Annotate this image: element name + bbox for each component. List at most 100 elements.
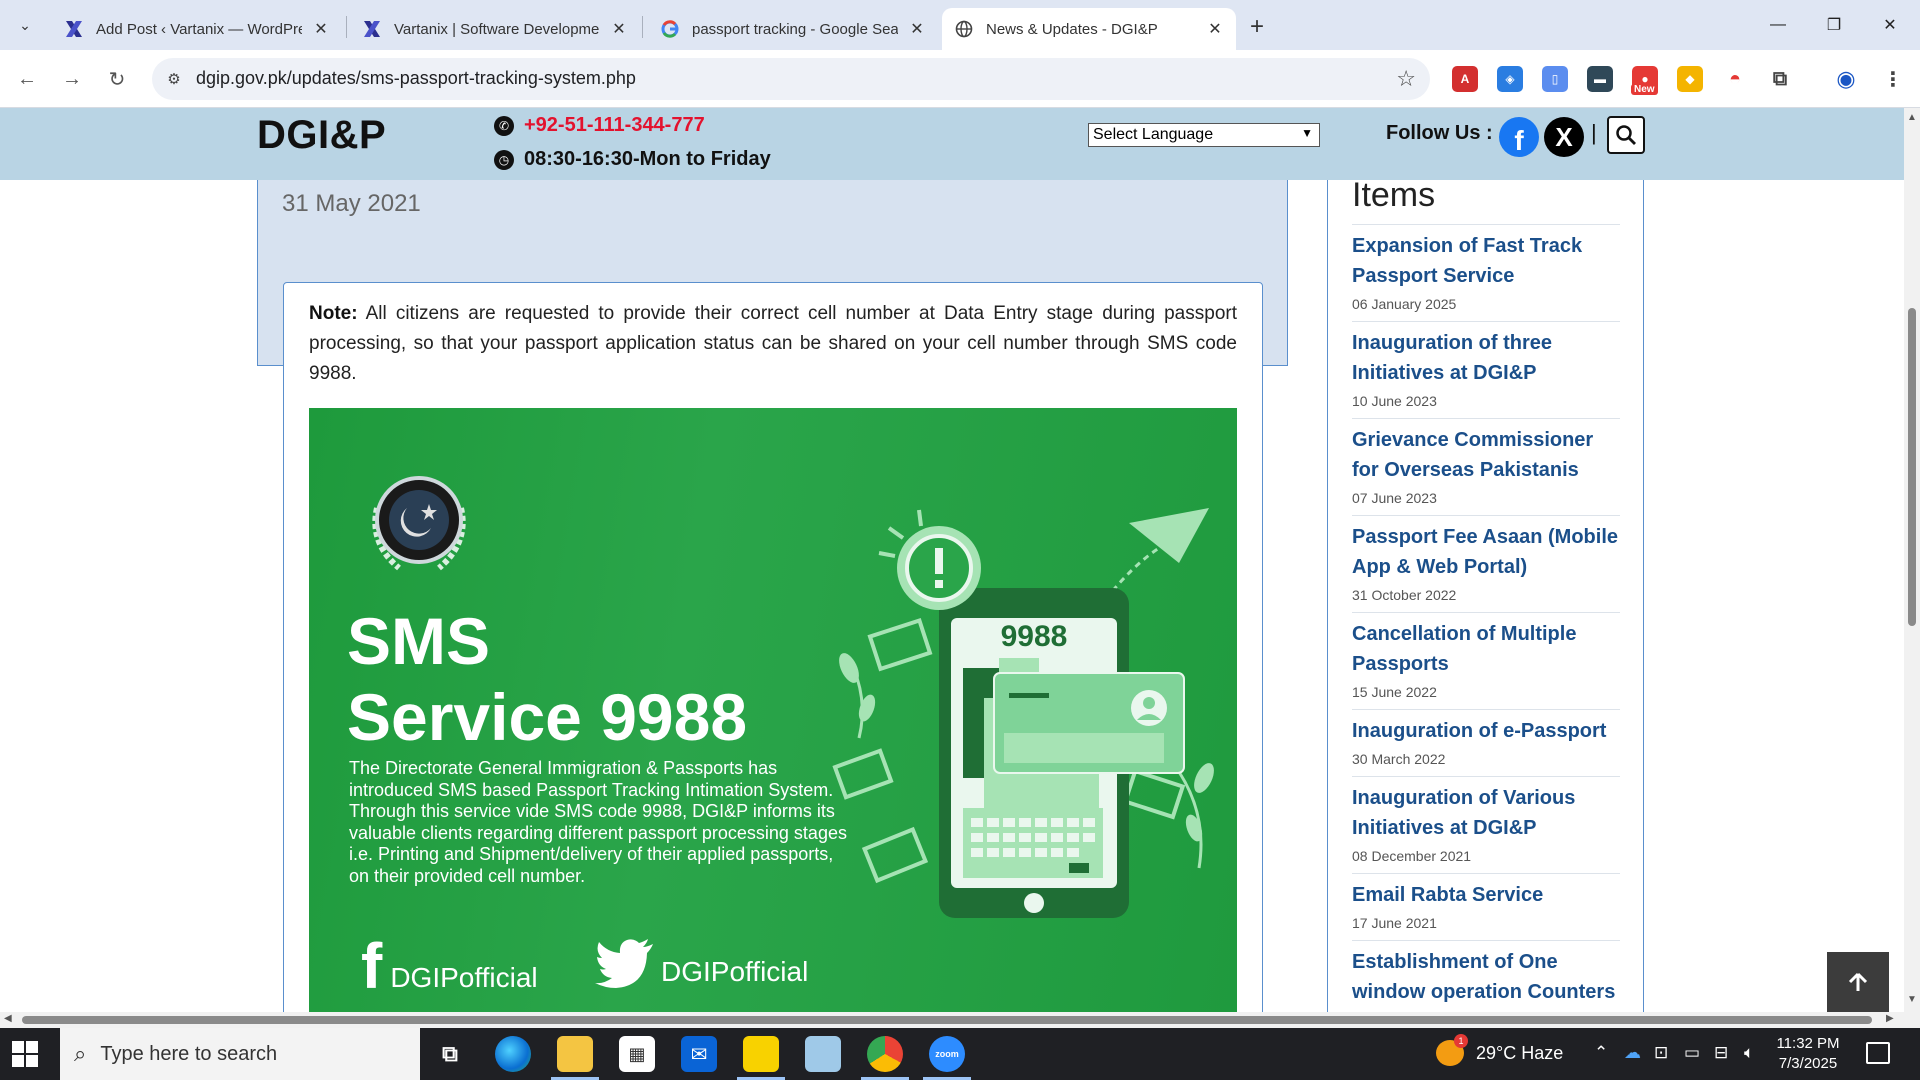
site-settings-icon[interactable]: ⚙ (162, 67, 186, 91)
puzzle-extensions-icon[interactable]: ⧉ (1767, 66, 1793, 92)
windows-taskbar: ⌕ Type here to search ⧉ ▦ ✉ zoom 1 29°C … (0, 1028, 1920, 1080)
twitter-bird-icon (595, 939, 653, 988)
pokeball-extension-icon[interactable]: ◓ (1722, 66, 1748, 92)
menu-dots-icon[interactable]: ⋮ (1880, 66, 1906, 92)
edge-browser-icon[interactable] (495, 1036, 531, 1072)
globe-icon (954, 19, 974, 39)
zoom-icon[interactable]: zoom (929, 1036, 965, 1072)
file-explorer-icon[interactable] (557, 1036, 593, 1072)
chevron-up-icon[interactable]: ⌃ (1594, 1043, 1608, 1063)
onedrive-cloud-icon[interactable]: ☁ (1624, 1043, 1641, 1063)
facebook-icon: f (361, 930, 383, 1002)
banner-description: The Directorate General Immigration & Pa… (349, 758, 849, 887)
x-twitter-icon[interactable]: X (1544, 117, 1584, 157)
arrow-up-icon (1848, 972, 1868, 991)
back-to-top-button[interactable] (1827, 952, 1889, 1012)
horizontal-scrollbar[interactable]: ◀ ▶ (0, 1012, 1904, 1028)
list-item: Expansion of Fast Track Passport Service… (1352, 224, 1620, 312)
shield-extension-icon[interactable]: ◈ (1497, 66, 1523, 92)
site-logo[interactable]: DGI&P (257, 113, 386, 158)
search-icon (1616, 125, 1636, 145)
google-icon (660, 19, 680, 39)
close-icon[interactable]: ✕ (610, 19, 628, 39)
microsoft-store-icon[interactable]: ▦ (619, 1036, 655, 1072)
taskbar-search[interactable]: ⌕ Type here to search (60, 1028, 420, 1080)
banner-title: SMS Service 9988 (347, 603, 747, 755)
header-separator: | (1591, 120, 1597, 145)
weather-widget[interactable]: 1 29°C Haze (1436, 1034, 1563, 1066)
taskbar-search-placeholder: Type here to search (100, 1042, 278, 1065)
mail-icon[interactable]: ✉ (681, 1036, 717, 1072)
scroll-down-icon[interactable]: ▼ (1907, 994, 1917, 1005)
notification-center-icon[interactable] (1866, 1042, 1890, 1064)
minimize-button[interactable]: — (1758, 10, 1798, 40)
close-window-button[interactable]: ✕ (1870, 10, 1910, 40)
coupon-extension-icon[interactable]: ◆ (1677, 66, 1703, 92)
tab-news-updates[interactable]: News & Updates - DGI&P ✕ (942, 8, 1236, 50)
news-link[interactable]: Passport Fee Asaan (Mobile App & Web Por… (1352, 522, 1620, 582)
news-link[interactable]: Cancellation of Multiple Passports (1352, 619, 1620, 679)
tab-vartanix[interactable]: Vartanix | Software Development ✕ (350, 8, 640, 50)
news-link[interactable]: Email Rabta Service (1352, 880, 1620, 910)
tab-add-post[interactable]: Add Post ‹ Vartanix — WordPress ✕ (52, 8, 342, 50)
news-link[interactable]: Inauguration of Various Initiatives at D… (1352, 783, 1620, 843)
horizontal-scroll-thumb[interactable] (22, 1016, 1872, 1024)
network-icon[interactable]: ⊟ (1714, 1043, 1728, 1063)
speaker-muted-icon[interactable]: 🔈︎ (1744, 1043, 1754, 1063)
tab-search-button[interactable]: ⌄ (10, 10, 40, 40)
list-item: Grievance Commissioner for Overseas Paki… (1352, 418, 1620, 506)
forward-button[interactable]: → (55, 62, 89, 96)
news-link[interactable]: Inauguration of e-Passport (1352, 716, 1620, 746)
close-icon[interactable]: ✕ (312, 19, 330, 39)
windows-start-icon[interactable] (12, 1041, 38, 1067)
news-link[interactable]: Grievance Commissioner for Overseas Paki… (1352, 425, 1620, 485)
security-icon[interactable]: ⊡ (1654, 1043, 1668, 1063)
restore-button[interactable]: ❐ (1814, 10, 1854, 40)
news-date: 08 December 2021 (1352, 848, 1472, 864)
vertical-scroll-thumb[interactable] (1908, 308, 1916, 626)
task-view-icon[interactable]: ⧉ (432, 1036, 468, 1072)
close-icon[interactable]: ✕ (1206, 19, 1224, 39)
profile-icon[interactable]: ◉ (1833, 66, 1859, 92)
scroll-left-icon[interactable]: ◀ (4, 1013, 12, 1024)
sticky-notes-icon[interactable] (743, 1036, 779, 1072)
folder-extension-icon[interactable]: ▬ (1587, 66, 1613, 92)
list-item: Cancellation of Multiple Passports 15 Ju… (1352, 612, 1620, 700)
list-item: Inauguration of e-Passport 30 March 2022 (1352, 709, 1620, 767)
new-badge: New (1631, 84, 1658, 95)
facebook-icon[interactable]: f (1499, 117, 1539, 157)
banner-twitter: DGIPofficial (595, 938, 808, 988)
news-link[interactable]: Inauguration of three Initiatives at DGI… (1352, 328, 1620, 388)
url-text: dgip.gov.pk/updates/sms-passport-trackin… (196, 68, 636, 88)
back-button[interactable]: ← (10, 62, 44, 96)
tab-google-search[interactable]: passport tracking - Google Search ✕ (648, 8, 938, 50)
scroll-right-icon[interactable]: ▶ (1886, 1013, 1894, 1024)
scroll-up-icon[interactable]: ▲ (1907, 112, 1917, 123)
pdf-extension-icon[interactable]: A (1452, 66, 1478, 92)
news-date: 07 June 2023 (1352, 490, 1437, 506)
battery-icon[interactable]: ▭ (1684, 1043, 1700, 1063)
vertical-scrollbar[interactable]: ▲ ▼ (1904, 108, 1920, 1012)
clock-date: 7/3/2025 (1778, 1055, 1838, 1072)
new-tab-button[interactable]: + (1242, 12, 1272, 42)
tab-separator (642, 16, 643, 38)
note-paragraph: Note: All citizens are requested to prov… (309, 299, 1237, 389)
news-link[interactable]: Expansion of Fast Track Passport Service (1352, 231, 1620, 291)
close-icon[interactable]: ✕ (908, 19, 926, 39)
clock-icon: ◷ (494, 149, 514, 170)
chrome-icon[interactable] (867, 1036, 903, 1072)
notepad-icon[interactable] (805, 1036, 841, 1072)
news-link[interactable]: Establishment of One window operation Co… (1352, 947, 1620, 1007)
chevron-down-icon: ▼ (1301, 126, 1313, 140)
reload-button[interactable]: ↻ (100, 62, 134, 96)
document-extension-icon[interactable]: ▯ (1542, 66, 1568, 92)
taskbar-clock[interactable]: 11:32 PM 7/3/2025 (1770, 1034, 1846, 1074)
header-phone[interactable]: ✆ +92-51-111-344-777 (494, 114, 705, 137)
news-date: 30 March 2022 (1352, 751, 1446, 767)
search-icon: ⌕ (74, 1041, 87, 1066)
search-button[interactable] (1607, 116, 1645, 154)
bookmark-star-icon[interactable]: ☆ (1396, 66, 1416, 92)
language-select[interactable]: Select Language ▼ (1088, 123, 1320, 147)
banner-description-2: Through this service vide SMS code 9988,… (349, 801, 847, 886)
address-bar[interactable]: ⚙ dgip.gov.pk/updates/sms-passport-track… (152, 58, 1430, 100)
